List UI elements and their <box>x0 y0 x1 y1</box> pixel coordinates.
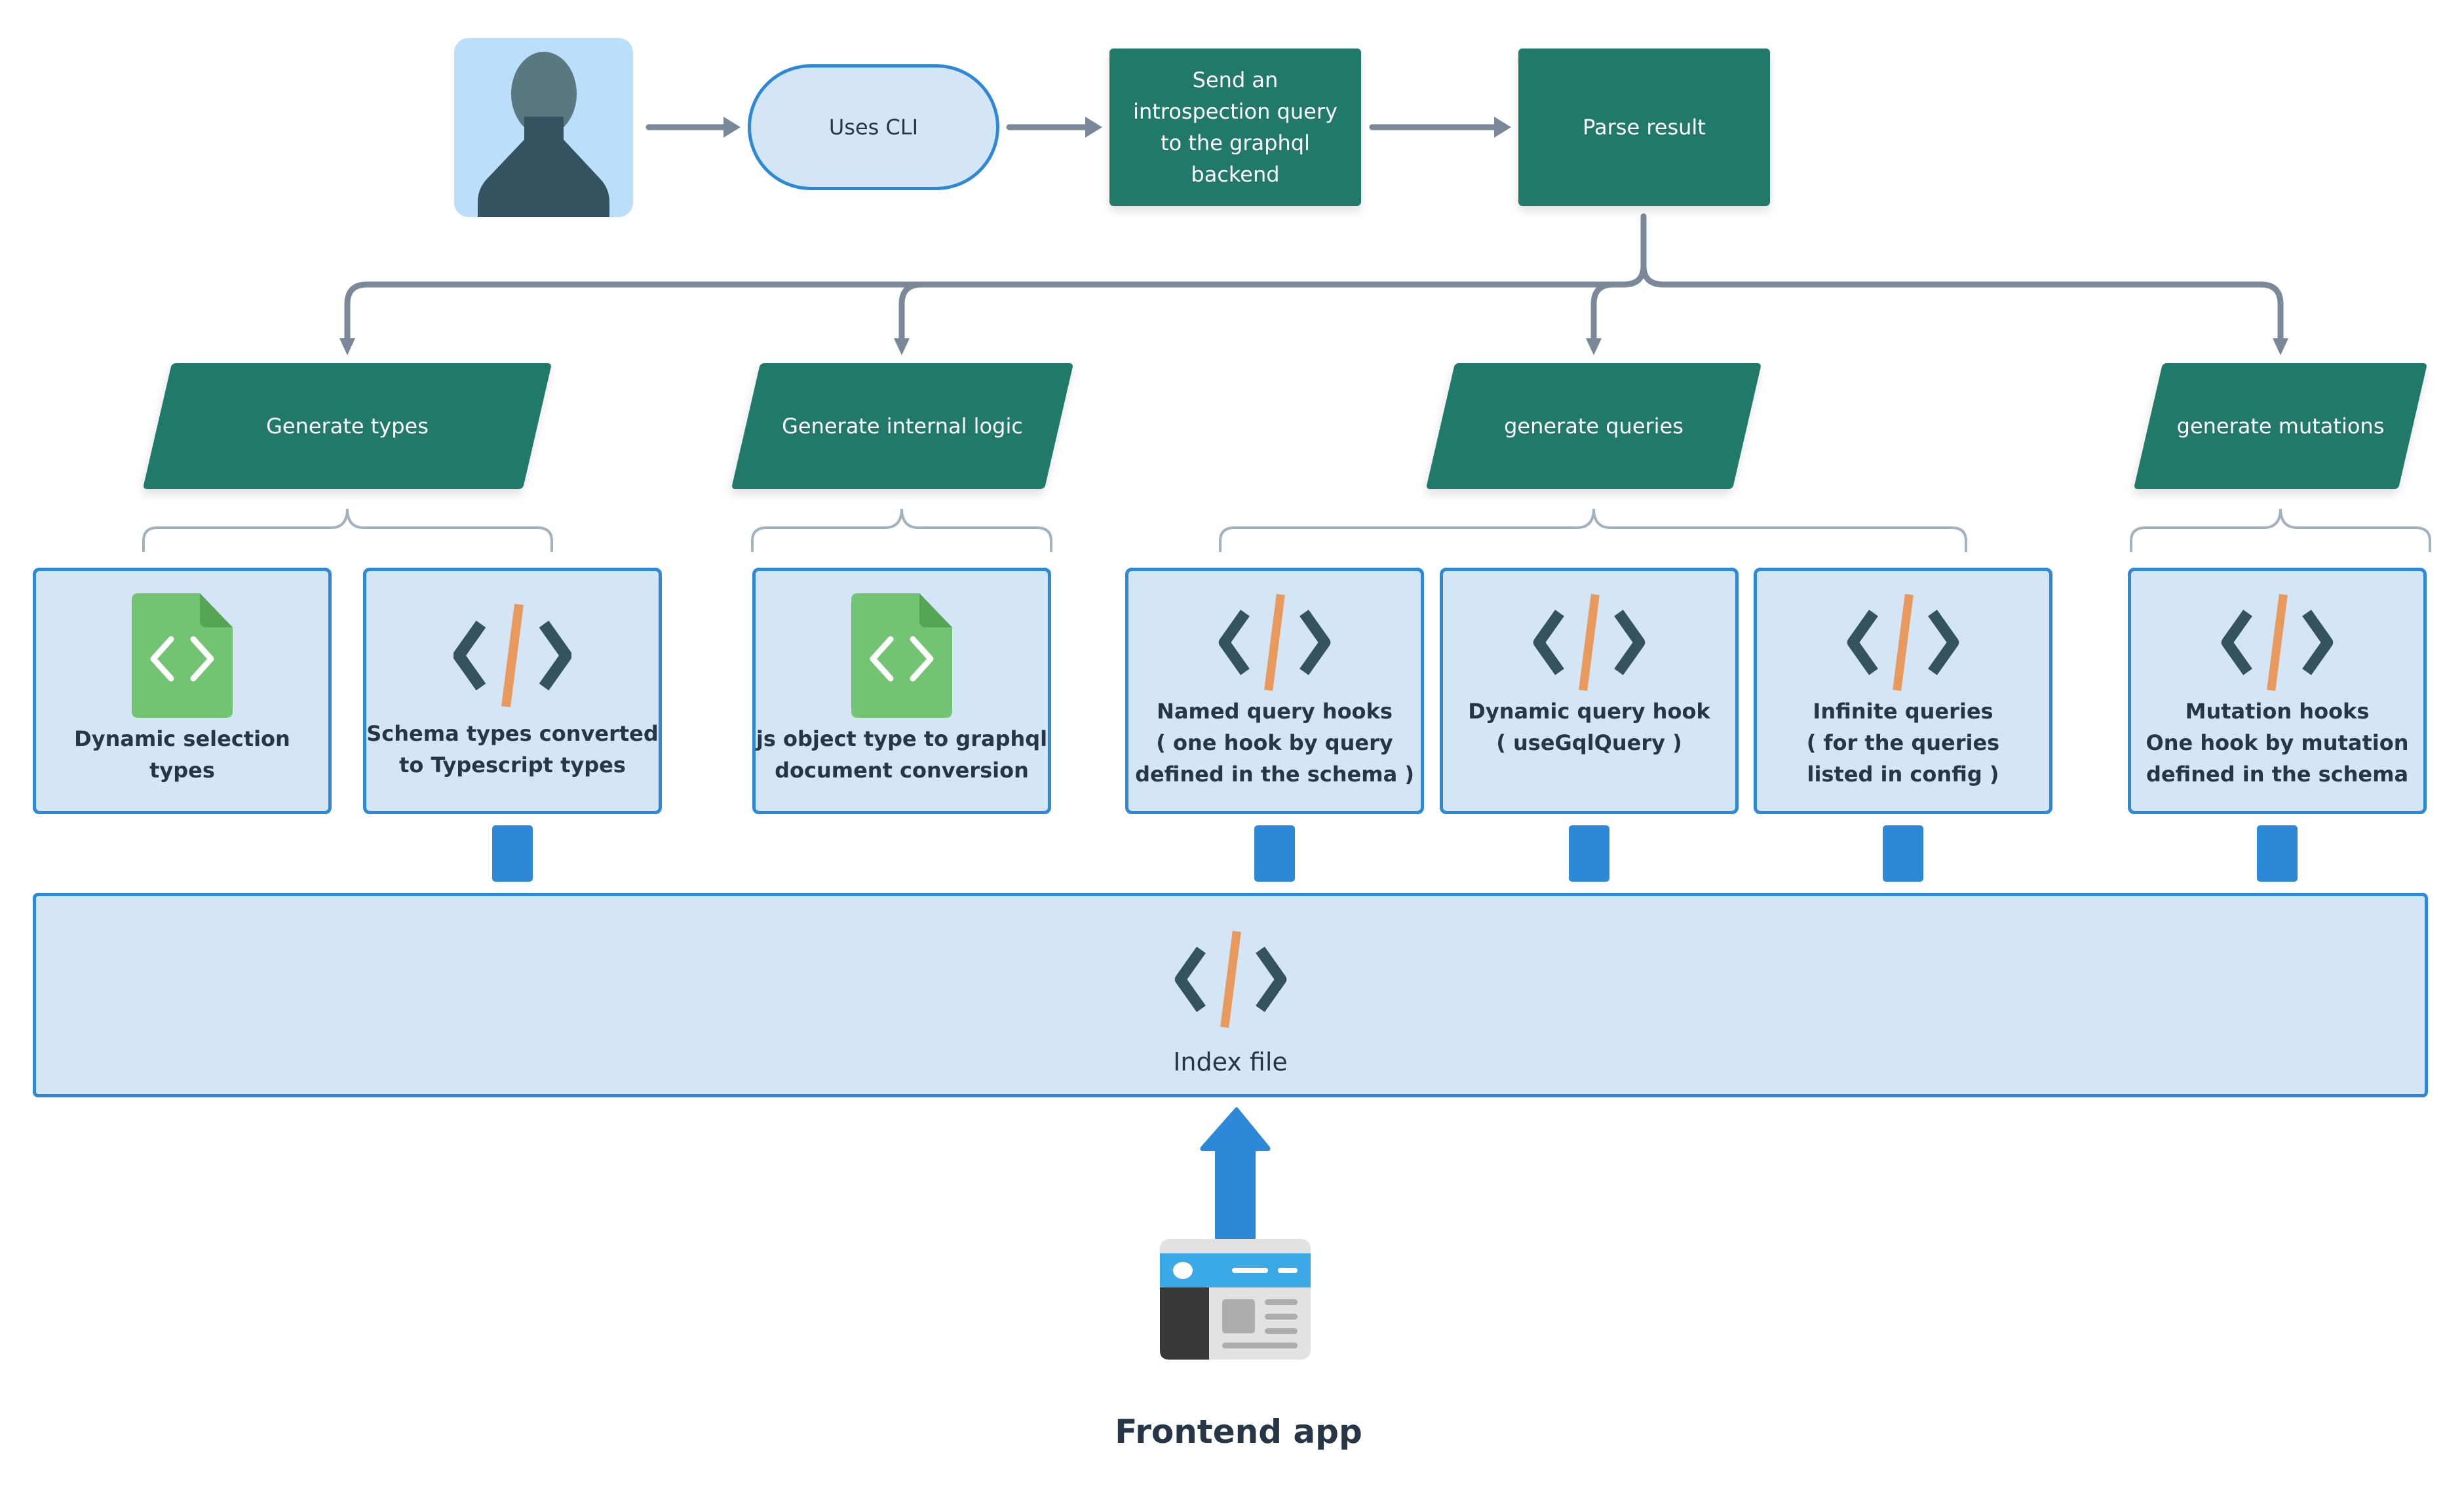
connector-schema-types <box>492 825 533 882</box>
output-label: js object type to graphql document conve… <box>756 726 1048 783</box>
output-card-infinite-queries: Infinite queries ( for the queries liste… <box>1754 568 2052 814</box>
generate-internal-logic-step: Generate internal logic <box>731 363 1074 489</box>
generate-types-label: Generate types <box>266 414 429 439</box>
up-arrow-icon <box>1200 1107 1271 1240</box>
arrow-head-generate-types <box>339 338 355 355</box>
code-file-icon <box>851 593 952 718</box>
uses-cli-label: Uses CLI <box>828 115 919 140</box>
output-card-js-object-conversion: js object type to graphql document conve… <box>752 568 1051 814</box>
output-label: Dynamic query hook ( useGqlQuery ) <box>1468 699 1710 755</box>
arrow-head-generate-mutations <box>2273 338 2288 355</box>
generate-types-step: Generate types <box>142 363 552 489</box>
output-label: Dynamic selection types <box>74 726 290 783</box>
user-avatar <box>454 38 633 217</box>
code-tag-icon <box>1172 930 1290 1034</box>
output-card-schema-types: Schema types converted to Typescript typ… <box>363 568 662 814</box>
brace-generate-types <box>142 508 553 552</box>
frontend-app-label: Frontend app <box>1115 1413 1362 1451</box>
connector-dynamic-query-hook <box>1569 825 1609 882</box>
arrow-head-generate-internal <box>894 338 910 355</box>
generate-queries-label: generate queries <box>1504 414 1684 439</box>
output-card-dynamic-selection-types: Dynamic selection types <box>33 568 332 814</box>
output-label: Mutation hooks One hook by mutation defi… <box>2146 699 2409 787</box>
index-file-box: Index file <box>33 893 2428 1097</box>
introspection-step: Send an introspection query to the graph… <box>1109 49 1361 206</box>
brace-generate-mutations <box>2130 508 2431 552</box>
person-silhouette-icon <box>478 52 609 217</box>
code-tag-icon <box>2218 593 2336 692</box>
connector-mutation-hooks <box>2257 825 2298 882</box>
output-card-named-query-hooks: Named query hooks ( one hook by query de… <box>1125 568 1424 814</box>
introspection-line: to the graphql <box>1161 130 1310 155</box>
generate-mutations-step: generate mutations <box>2133 363 2428 489</box>
browser-window-icon <box>1160 1239 1311 1360</box>
code-tag-icon <box>1844 593 1962 692</box>
output-label: Schema types converted to Typescript typ… <box>366 721 659 777</box>
output-label: Infinite queries ( for the queries liste… <box>1806 699 2000 787</box>
connector-named-query-hooks <box>1254 825 1295 882</box>
arrow-introspection-to-parse-head <box>1494 117 1511 138</box>
output-label: Named query hooks ( one hook by query de… <box>1135 699 1414 787</box>
code-file-icon <box>132 593 233 718</box>
output-card-mutation-hooks: Mutation hooks One hook by mutation defi… <box>2128 568 2427 814</box>
introspection-line: backend <box>1191 162 1280 187</box>
generate-mutations-label: generate mutations <box>2176 414 2385 439</box>
brace-generate-queries <box>1219 508 1967 552</box>
output-card-dynamic-query-hook: Dynamic query hook ( useGqlQuery ) <box>1440 568 1739 814</box>
introspection-line: Send an <box>1192 68 1279 92</box>
generate-queries-step: generate queries <box>1425 363 1762 489</box>
parse-result-label: Parse result <box>1583 115 1706 140</box>
code-tag-icon <box>1530 593 1648 692</box>
brace-generate-internal <box>751 508 1052 552</box>
arrow-user-to-cli-head <box>723 117 741 138</box>
uses-cli-step: Uses CLI <box>748 64 999 190</box>
connector-infinite-queries <box>1883 825 1923 882</box>
parse-result-step: Parse result <box>1518 49 1770 206</box>
introspection-line: introspection query <box>1133 99 1338 124</box>
generate-internal-logic-label: Generate internal logic <box>782 414 1023 439</box>
index-file-label: Index file <box>1173 1048 1288 1076</box>
arrow-head-generate-queries <box>1586 338 1602 355</box>
code-tag-icon <box>1216 593 1334 692</box>
tree-connector <box>344 213 2284 344</box>
arrow-cli-to-introspection-head <box>1085 117 1102 138</box>
code-tag-icon <box>453 593 571 718</box>
